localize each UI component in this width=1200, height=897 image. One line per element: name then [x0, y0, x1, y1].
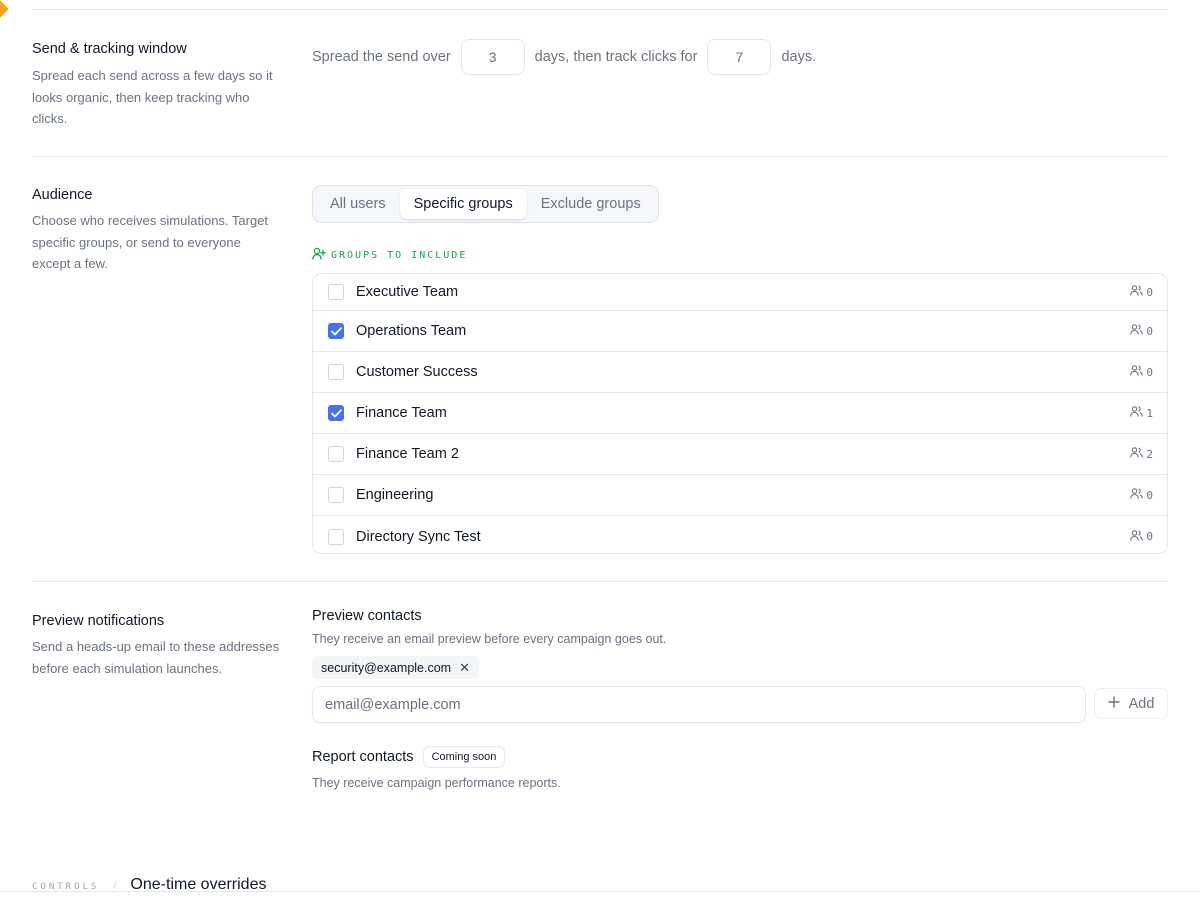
- send-window-controls: Spread the send over days, then track cl…: [312, 39, 816, 75]
- email-chip-label: security@example.com: [321, 660, 452, 675]
- remove-chip-icon[interactable]: ✕: [459, 660, 470, 676]
- section-description: Choose who receives simulations. Target …: [32, 213, 269, 271]
- group-member-count: 0: [1130, 324, 1153, 338]
- divider: [32, 9, 1168, 10]
- group-checkbox[interactable]: [328, 446, 344, 462]
- check-icon: [330, 408, 342, 417]
- group-row[interactable]: Engineering 0: [313, 475, 1167, 516]
- report-contacts-header: Report contacts Coming soon: [312, 746, 506, 768]
- divider: [32, 581, 1168, 582]
- plus-icon: [1107, 695, 1120, 712]
- groups-to-include-label: GROUPS TO INCLUDE: [312, 247, 467, 263]
- group-name: Executive Team: [356, 284, 459, 300]
- segment-all-users[interactable]: All users: [316, 189, 400, 219]
- preview-contacts-title: Preview contacts: [312, 608, 422, 624]
- group-row[interactable]: Directory Sync Test 0: [313, 516, 1167, 553]
- preview-contacts-description: They receive an email preview before eve…: [312, 632, 667, 646]
- group-member-count: 0: [1130, 529, 1153, 544]
- group-checkbox[interactable]: [328, 364, 344, 380]
- users-icon: [1130, 285, 1144, 299]
- group-checkbox[interactable]: [328, 487, 344, 503]
- group-checkbox[interactable]: [328, 405, 344, 421]
- group-name: Engineering: [356, 487, 434, 503]
- group-member-count: 0: [1130, 488, 1153, 502]
- group-checkbox[interactable]: [328, 323, 344, 339]
- window-bottom-edge: [0, 891, 1200, 897]
- users-icon: [1130, 406, 1144, 420]
- send-prefix-text: Spread the send over: [312, 49, 451, 65]
- section-title: Audience: [32, 187, 93, 203]
- email-chip: security@example.com ✕: [312, 656, 479, 679]
- users-icon: [1130, 529, 1144, 544]
- users-icon: [1130, 324, 1144, 338]
- check-icon: [330, 326, 342, 335]
- send-window-section-info: Send & tracking window Spread each send …: [32, 39, 282, 130]
- users-icon: [1130, 365, 1144, 379]
- group-name: Finance Team: [356, 405, 447, 421]
- group-checkbox[interactable]: [328, 284, 344, 300]
- group-name: Operations Team: [356, 323, 467, 339]
- section-description: Send a heads-up email to these addresses…: [32, 639, 280, 676]
- group-row[interactable]: Executive Team 0: [313, 274, 1167, 311]
- email-input[interactable]: [312, 686, 1086, 723]
- group-member-count: 0: [1130, 365, 1153, 379]
- divider: [32, 156, 1168, 157]
- group-member-count: 0: [1130, 285, 1153, 299]
- track-days-input[interactable]: [707, 39, 772, 75]
- accent-marker: [0, 0, 9, 19]
- send-middle-text: days, then track clicks for: [534, 49, 698, 65]
- group-list: Executive Team 0 Operations Team 0 Custo…: [312, 273, 1168, 554]
- segment-exclude-groups[interactable]: Exclude groups: [527, 189, 655, 219]
- user-plus-icon: [312, 247, 326, 263]
- users-icon: [1130, 447, 1144, 461]
- group-checkbox[interactable]: [328, 528, 344, 545]
- send-days-input[interactable]: [460, 39, 525, 75]
- section-title: Preview notifications: [32, 613, 165, 629]
- group-name: Directory Sync Test: [356, 528, 481, 545]
- audience-section-info: Audience Choose who receives simulations…: [32, 185, 282, 275]
- send-suffix-text: days.: [781, 49, 817, 65]
- section-title: Send & tracking window: [32, 41, 187, 57]
- preview-section-info: Preview notifications Send a heads-up em…: [32, 611, 282, 679]
- group-row[interactable]: Customer Success 0: [313, 352, 1167, 393]
- group-member-count: 1: [1130, 406, 1153, 420]
- group-row[interactable]: Finance Team 2 2: [313, 434, 1167, 475]
- segment-specific-groups[interactable]: Specific groups: [399, 189, 527, 219]
- report-contacts-title: Report contacts: [312, 749, 414, 765]
- group-name: Finance Team 2: [356, 446, 459, 462]
- coming-soon-badge: Coming soon: [422, 746, 506, 768]
- group-member-count: 2: [1130, 447, 1153, 461]
- group-row[interactable]: Operations Team 0: [313, 311, 1167, 352]
- users-icon: [1130, 488, 1144, 502]
- report-contacts-description: They receive campaign performance report…: [312, 776, 561, 790]
- group-name: Customer Success: [356, 364, 478, 380]
- add-button-label: Add: [1128, 695, 1155, 712]
- add-email-button[interactable]: Add: [1094, 688, 1168, 719]
- group-row[interactable]: Finance Team 1: [313, 393, 1167, 434]
- audience-segmented-control: All users Specific groups Exclude groups: [312, 185, 659, 223]
- section-description: Spread each send across a few days so it…: [32, 68, 273, 126]
